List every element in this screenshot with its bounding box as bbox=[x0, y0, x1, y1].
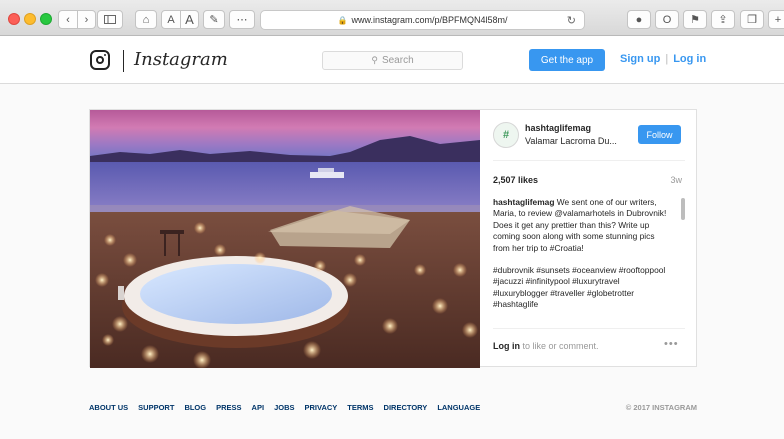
likes-count[interactable]: 2,507 likes bbox=[493, 175, 538, 185]
footer-link[interactable]: SUPPORT bbox=[138, 403, 174, 412]
zoom-window-button[interactable] bbox=[40, 13, 52, 25]
sidebar-toggle-icon[interactable] bbox=[97, 10, 123, 29]
browser-toolbar: ‹ › ⌂ A A ✎ ⋯ 🔒 www.instagram.com/p/BPFM… bbox=[0, 0, 784, 36]
text-larger-button[interactable]: A bbox=[180, 11, 198, 28]
post-photo[interactable] bbox=[90, 110, 480, 368]
instagram-wordmark[interactable]: Instagram bbox=[134, 49, 228, 70]
close-window-button[interactable] bbox=[8, 13, 20, 25]
login-to-comment: Log in to like or comment. bbox=[493, 341, 599, 351]
footer-link[interactable]: JOBS bbox=[274, 403, 294, 412]
instagram-header: Instagram ⚲ Search Get the app Sign up | L… bbox=[0, 36, 784, 84]
footer-link[interactable]: TERMS bbox=[347, 403, 373, 412]
lock-icon: 🔒 bbox=[337, 15, 348, 25]
instagram-camera-icon[interactable] bbox=[90, 50, 110, 70]
text-size-group: A A bbox=[161, 10, 199, 29]
footer-link[interactable]: ABOUT US bbox=[89, 403, 128, 412]
reader-icon[interactable]: ⋯ bbox=[229, 10, 255, 29]
footer-link[interactable]: BLOG bbox=[184, 403, 206, 412]
post-card: # hashtaglifemag Valamar Lacroma Du... F… bbox=[89, 109, 698, 368]
search-input[interactable]: ⚲ Search bbox=[322, 51, 463, 70]
user-avatar[interactable]: # bbox=[493, 122, 519, 148]
footer-link[interactable]: LANGUAGE bbox=[437, 403, 480, 412]
post-sidebar: # hashtaglifemag Valamar Lacroma Du... F… bbox=[480, 110, 698, 368]
flag-icon[interactable]: ⚑ bbox=[683, 10, 707, 29]
login-text: to like or comment. bbox=[520, 341, 599, 351]
post-location[interactable]: Valamar Lacroma Du... bbox=[525, 136, 617, 146]
footer-link[interactable]: PRIVACY bbox=[305, 403, 338, 412]
footer-links: ABOUT US SUPPORT BLOG PRESS API JOBS PRI… bbox=[89, 403, 490, 412]
reload-icon[interactable]: ↻ bbox=[567, 14, 576, 27]
more-options-icon[interactable]: ••• bbox=[664, 338, 679, 350]
post-username[interactable]: hashtaglifemag bbox=[525, 123, 591, 133]
get-the-app-button[interactable]: Get the app bbox=[529, 49, 605, 71]
copyright: © 2017 INSTAGRAM bbox=[625, 403, 697, 412]
caption-hashtags[interactable]: #dubrovnik #sunsets #oceanview #rooftopp… bbox=[493, 265, 673, 311]
new-tab-icon[interactable]: + bbox=[768, 10, 784, 29]
rooftop-jacuzzi-photo bbox=[90, 110, 480, 368]
login-link[interactable]: Log in bbox=[493, 341, 520, 351]
footer-link[interactable]: API bbox=[252, 403, 265, 412]
share-icon[interactable]: ⇪ bbox=[711, 10, 735, 29]
post-caption: hashtaglifemag We sent one of our writer… bbox=[493, 197, 673, 327]
text-smaller-button[interactable]: A bbox=[162, 11, 180, 28]
footer-link[interactable]: DIRECTORY bbox=[384, 403, 428, 412]
caption-scrollbar[interactable] bbox=[681, 198, 685, 220]
opera-icon[interactable]: O bbox=[655, 10, 679, 29]
post-age[interactable]: 3w bbox=[670, 175, 682, 185]
caption-username[interactable]: hashtaglifemag bbox=[493, 197, 554, 207]
divider bbox=[493, 328, 685, 329]
auth-separator: | bbox=[665, 53, 669, 65]
logo-divider bbox=[123, 50, 124, 72]
minimize-window-button[interactable] bbox=[24, 13, 36, 25]
extension-circle-icon[interactable]: ● bbox=[627, 10, 651, 29]
url-text: www.instagram.com/p/BPFMQN4l58m/ bbox=[351, 15, 508, 25]
pin-icon[interactable]: ✎ bbox=[203, 10, 225, 29]
address-bar[interactable]: 🔒 www.instagram.com/p/BPFMQN4l58m/ ↻ bbox=[260, 10, 585, 30]
log-in-link[interactable]: Log in bbox=[673, 53, 706, 65]
page-footer: ABOUT US SUPPORT BLOG PRESS API JOBS PRI… bbox=[89, 403, 697, 417]
footer-link[interactable]: PRESS bbox=[216, 403, 241, 412]
browser-window: ‹ › ⌂ A A ✎ ⋯ 🔒 www.instagram.com/p/BPFM… bbox=[0, 0, 784, 439]
home-icon[interactable]: ⌂ bbox=[135, 10, 157, 29]
forward-arrow-icon[interactable]: › bbox=[77, 11, 95, 28]
back-arrow-icon[interactable]: ‹ bbox=[59, 11, 77, 28]
sign-up-link[interactable]: Sign up bbox=[620, 53, 660, 65]
divider bbox=[493, 160, 685, 161]
auth-links: Sign up | Log in bbox=[620, 53, 706, 65]
back-forward-group: ‹ › bbox=[58, 10, 96, 29]
search-placeholder: Search bbox=[381, 55, 414, 66]
search-icon: ⚲ bbox=[371, 55, 378, 65]
tabs-icon[interactable]: ❐ bbox=[740, 10, 764, 29]
follow-button[interactable]: Follow bbox=[638, 125, 681, 144]
